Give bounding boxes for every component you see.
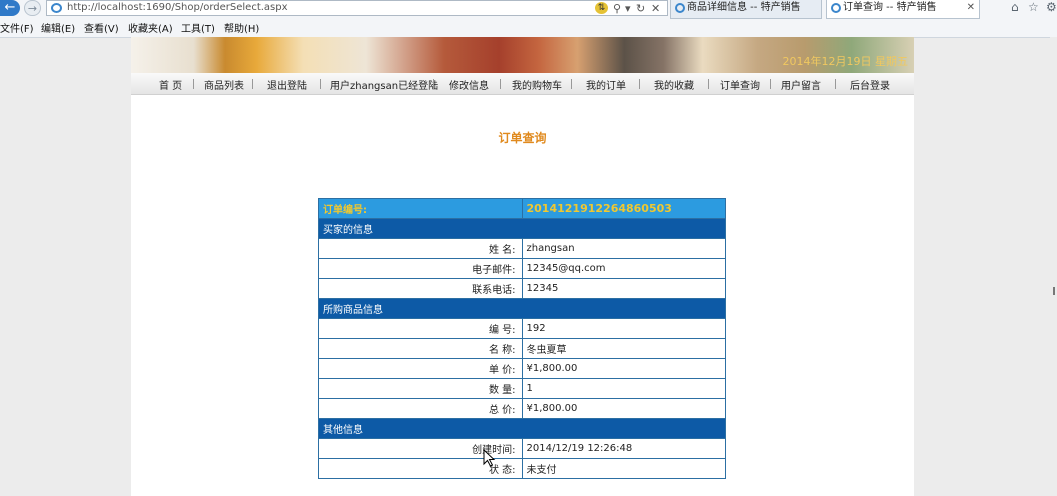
order-detail-table: 订单编号: 20141219122648605​03 买家的信息 姓 名: zh…	[318, 198, 726, 479]
field-label: 联系电话:	[318, 278, 523, 299]
tab-label: 商品详细信息 -- 特产销售	[687, 2, 801, 13]
table-row: 联系电话: 12345	[318, 278, 726, 299]
field-label: 名 称:	[318, 338, 523, 359]
table-row: 编 号: 192	[318, 318, 726, 339]
order-number-row: 订单编号: 20141219122648605​03	[318, 198, 726, 219]
section-header-buyer: 买家的信息	[318, 218, 726, 239]
nav-my-favorites[interactable]: 我的收藏	[654, 77, 694, 92]
nav-home[interactable]: 首 页	[159, 77, 182, 92]
menu-favorites[interactable]: 收藏夹(A)	[128, 20, 173, 35]
dropdown-icon[interactable]: ▾	[625, 2, 631, 15]
field-label: 姓 名:	[318, 238, 523, 259]
ie-tab-icon	[831, 3, 841, 13]
site-nav: 首 页 商品列表 退出登陆 用户zhangsan已经登陆 修改信息 我的购物车 …	[131, 73, 914, 95]
nav-divider	[193, 79, 194, 89]
section-title: 买家的信息	[318, 218, 726, 239]
nav-divider	[639, 79, 640, 89]
section-header-goods: 所购商品信息	[318, 298, 726, 319]
nav-divider	[571, 79, 572, 89]
nav-messages[interactable]: 用户留言	[781, 77, 821, 92]
banner-date: 2014年12月19日 星期五	[782, 55, 909, 68]
compatibility-view-icon[interactable]: ⇅	[595, 2, 608, 14]
section-header-other: 其他信息	[318, 418, 726, 439]
nav-order-query[interactable]: 订单查询	[720, 77, 760, 92]
table-row: 数 量: 1	[318, 378, 726, 399]
table-row: 电子邮件: 12345@qq.com	[318, 258, 726, 279]
field-value: ¥1,800.00	[521, 398, 726, 419]
field-value: 192	[521, 318, 726, 339]
table-row: 创建时间: 2014/12/19 12:26:48	[318, 438, 726, 459]
url-text[interactable]: http://localhost:1690/Shop/orderSelect.a…	[67, 2, 288, 13]
nav-divider	[770, 79, 771, 89]
home-icon[interactable]: ⌂	[1011, 0, 1019, 14]
close-tab-icon[interactable]: ✕	[967, 0, 975, 16]
nav-admin-login[interactable]: 后台登录	[850, 77, 890, 92]
order-number-value: 20141219122648605​03	[521, 198, 726, 219]
tools-gear-icon[interactable]: ⚙	[1046, 0, 1057, 14]
menu-edit[interactable]: 编辑(E)	[41, 20, 75, 35]
field-value: 1	[521, 378, 726, 399]
field-label: 编 号:	[318, 318, 523, 339]
tab-product-detail[interactable]: 商品详细信息 -- 特产销售	[670, 0, 822, 19]
field-value: 2014/12/19 12:26:48	[521, 438, 726, 459]
favorites-star-icon[interactable]: ☆	[1028, 0, 1039, 14]
vertical-scrollbar[interactable]	[1050, 37, 1057, 496]
refresh-icon[interactable]: ↻	[636, 2, 645, 15]
menu-view[interactable]: 查看(V)	[84, 20, 119, 35]
field-value: ¥1,800.00	[521, 358, 726, 379]
nav-user-status: 用户zhangsan已经登陆	[330, 81, 439, 92]
stop-icon[interactable]: ✕	[651, 2, 660, 15]
menu-tools[interactable]: 工具(T)	[181, 20, 215, 35]
nav-divider	[433, 79, 434, 89]
nav-divider	[500, 79, 501, 89]
field-value: zhangsan	[521, 238, 726, 259]
nav-divider	[835, 79, 836, 89]
nav-product-list[interactable]: 商品列表	[204, 77, 244, 92]
nav-edit-info[interactable]: 修改信息	[449, 77, 489, 92]
menu-file[interactable]: 文件(F)	[0, 20, 34, 35]
table-row: 总 价: ¥1,800.00	[318, 398, 726, 419]
ie-tab-icon	[675, 3, 685, 13]
section-title: 其他信息	[318, 418, 726, 439]
page-title: 订单查询	[498, 131, 547, 145]
nav-divider	[252, 79, 253, 89]
field-value: 12345@qq.com	[521, 258, 726, 279]
scrollbar-grip[interactable]	[1053, 287, 1055, 295]
table-row: 姓 名: zhangsan	[318, 238, 726, 259]
field-label: 单 价:	[318, 358, 523, 379]
order-number-label: 订单编号:	[318, 198, 523, 219]
tab-label: 订单查询 -- 特产销售	[843, 2, 937, 13]
field-label: 数 量:	[318, 378, 523, 399]
field-value: 12345	[521, 278, 726, 299]
nav-divider	[320, 79, 321, 89]
tab-order-query[interactable]: 订单查询 -- 特产销售 ✕	[826, 0, 980, 19]
address-bar[interactable]: http://localhost:1690/Shop/orderSelect.a…	[46, 0, 668, 16]
nav-divider	[708, 79, 709, 89]
web-page: 2014年12月19日 星期五 首 页 商品列表 退出登陆 用户zhangsan…	[131, 37, 914, 496]
back-arrow-icon[interactable]: ←	[0, 0, 20, 16]
table-row: 名 称: 冬虫夏草	[318, 338, 726, 359]
section-title: 所购商品信息	[318, 298, 726, 319]
field-value: 冬虫夏草	[521, 338, 726, 359]
table-row: 单 价: ¥1,800.00	[318, 358, 726, 379]
forward-arrow-icon[interactable]: →	[24, 0, 41, 16]
menu-bar: 文件(F) 编辑(E) 查看(V) 收藏夹(A) 工具(T) 帮助(H)	[0, 18, 1057, 36]
table-row: 状 态: 未支付	[318, 458, 726, 479]
nav-logout[interactable]: 退出登陆	[267, 77, 307, 92]
field-value: 未支付	[521, 458, 726, 479]
mouse-cursor-icon	[483, 449, 496, 467]
site-banner: 2014年12月19日 星期五	[131, 37, 914, 73]
nav-my-cart[interactable]: 我的购物车	[512, 77, 562, 92]
menu-help[interactable]: 帮助(H)	[224, 20, 259, 35]
search-icon[interactable]: ⚲	[613, 2, 621, 15]
ie-page-icon	[51, 3, 62, 13]
field-label: 总 价:	[318, 398, 523, 419]
field-label: 电子邮件:	[318, 258, 523, 279]
nav-my-orders[interactable]: 我的订单	[586, 77, 626, 92]
browser-chrome: ← → http://localhost:1690/Shop/orderSele…	[0, 0, 1057, 38]
